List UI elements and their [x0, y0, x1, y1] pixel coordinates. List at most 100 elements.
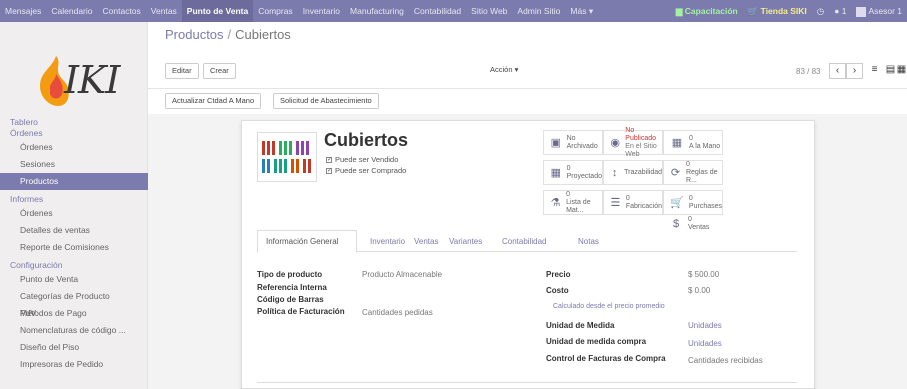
smart-button-trazabilidad[interactable]: ↕ Trazabilidad	[603, 160, 663, 185]
smart-button-label: Trazabilidad	[624, 168, 662, 176]
prev-record-button[interactable]: ‹	[829, 63, 846, 79]
smart-button-text: 0A la Mano	[689, 135, 720, 151]
sidebar-section-header[interactable]: Configuración	[0, 260, 148, 271]
sidebar-item[interactable]: Reporte de Comisiones	[0, 239, 148, 256]
bill-control-value[interactable]: Cantidades recibidas	[688, 356, 763, 365]
uom-po-value[interactable]: Unidades	[688, 339, 722, 348]
can-be-sold-checkbox[interactable]: ✓ Puede ser Vendido	[326, 155, 398, 164]
smart-button-proyectado[interactable]: ▦ 0 Proyectado	[543, 160, 603, 185]
archive-icon: ▣	[550, 137, 561, 149]
messages-icon[interactable]: ● 1	[829, 0, 851, 22]
sidebar-section-header[interactable]: Tablero	[0, 117, 148, 128]
top-menu-item[interactable]: Contactos	[98, 0, 146, 22]
update-qty-button[interactable]: Actualizar Ctdad A Mano	[165, 93, 262, 109]
top-menu-item[interactable]: Más ▾	[565, 0, 598, 22]
smart-button-text: Trazabilidad	[624, 169, 662, 177]
topbar-right: ▆ Capacitación 🛒 Tienda SIKI ◷ ● 1 Aseso…	[671, 0, 907, 22]
tab-item[interactable]: Variantes	[449, 237, 482, 246]
smart-button-value: 0	[689, 134, 693, 142]
top-menu-item[interactable]: Calendario	[46, 0, 97, 22]
product-image[interactable]	[257, 132, 317, 182]
smart-button-label: Fabricación	[625, 202, 662, 210]
building-icon: ▦	[671, 137, 683, 149]
price-value[interactable]: $ 500.00	[688, 270, 719, 279]
breadcrumb-current: Cubiertos	[235, 27, 291, 42]
tab-item[interactable]: Información General	[266, 237, 338, 246]
sidebar-section-header[interactable]: Informes	[0, 194, 148, 205]
price-label: Precio	[546, 270, 571, 279]
breadcrumb-separator: /	[227, 27, 232, 42]
smart-button-fabricacion[interactable]: ☰ 0 Fabricación	[603, 190, 663, 215]
sidebar-item[interactable]: Categorías de Producto PdV	[0, 288, 148, 318]
top-menu-item[interactable]: Inventario	[298, 0, 345, 22]
sidebar-item[interactable]: Punto de Venta	[0, 271, 148, 288]
cost-label: Costo	[546, 286, 569, 295]
capacitacion-link[interactable]: ▆ Capacitación	[671, 0, 743, 22]
store-link[interactable]: 🛒 Tienda SIKI	[743, 0, 812, 22]
invoice-policy-value[interactable]: Cantidades pedidas	[362, 308, 433, 317]
product-type-value[interactable]: Producto Almacenable	[362, 270, 442, 279]
sidebar-item[interactable]: Órdenes	[0, 205, 148, 222]
top-menu-item[interactable]: Ventas	[146, 0, 182, 22]
smart-button-label: Proyectado	[566, 172, 602, 180]
tab-item[interactable]: Notas	[578, 237, 599, 246]
sidebar-section-header[interactable]: Órdenes	[0, 128, 148, 139]
smart-button-value: 0	[566, 164, 571, 172]
cost-value[interactable]: $ 0.00	[688, 286, 710, 295]
smart-button-value: No Publicado	[625, 126, 657, 142]
sidebar-item[interactable]: Productos	[0, 173, 148, 190]
top-menu-item[interactable]: Contabilidad	[409, 0, 466, 22]
edit-button[interactable]: Editar	[165, 63, 199, 79]
smart-button-a-la-mano[interactable]: ▦ 0 A la Mano	[663, 130, 723, 155]
smart-button-reglas[interactable]: ⟳ 0 Reglas de R...	[663, 160, 723, 185]
top-menu-item[interactable]: Punto de Venta	[181, 0, 254, 22]
cost-method-link[interactable]: Calculado desde el precio promedio	[553, 303, 665, 310]
control-panel-divider	[148, 88, 907, 89]
building-icon: ▦	[550, 167, 561, 179]
sidebar-item[interactable]: Nomenclaturas de código ...	[0, 322, 148, 339]
smart-button-text: No Publicado En el Sitio Web	[625, 127, 662, 159]
top-menu-item[interactable]: Mensajes	[0, 0, 46, 22]
top-menu-item[interactable]: Manufacturing	[345, 0, 409, 22]
action-dropdown[interactable]: Acción ▾	[484, 63, 525, 79]
sidebar: IKI Tablero Órdenes Órdenes Sesiones Product…	[0, 22, 148, 389]
smart-button-lista-mat[interactable]: ⚗ 0 Lista de Mat...	[543, 190, 603, 215]
sidebar-item[interactable]: Sesiones	[0, 156, 148, 173]
smart-button-label: No Archivado	[566, 134, 598, 150]
next-record-button[interactable]: ›	[846, 63, 863, 79]
sidebar-item[interactable]: Diseño del Piso	[0, 339, 148, 356]
list-icon: ☰	[610, 197, 621, 209]
logo-text: IKI	[64, 58, 120, 102]
siki-logo[interactable]: IKI	[30, 50, 130, 112]
smart-button-no-archivado[interactable]: ▣ No Archivado	[543, 130, 603, 155]
top-menu-item[interactable]: Compras	[253, 0, 297, 22]
smart-button-no-publicado[interactable]: ◉ No Publicado En el Sitio Web	[603, 127, 663, 158]
uom-label: Unidad de Medida	[546, 321, 615, 330]
can-be-purchased-checkbox[interactable]: ✓ Puede ser Comprado	[326, 166, 406, 175]
procurement-button[interactable]: Solicitud de Abastecimiento	[273, 93, 379, 109]
form-footer-line	[257, 382, 797, 383]
create-button[interactable]: Crear	[203, 63, 236, 79]
top-menu-item[interactable]: Admin Sitio	[512, 0, 565, 22]
clock-icon[interactable]: ◷	[812, 0, 829, 22]
list-view-icon[interactable]: ≡	[866, 63, 883, 79]
sidebar-item[interactable]: Órdenes	[0, 139, 148, 156]
user-menu[interactable]: Asesor 1	[851, 0, 907, 22]
top-menu: Mensajes Calendario Contactos Ventas Punto d…	[0, 0, 598, 22]
product-type-label: Tipo de producto	[257, 270, 323, 279]
uom-value[interactable]: Unidades	[688, 321, 722, 330]
smart-button-label: A la Mano	[689, 142, 721, 150]
tab-item[interactable]: Contabilidad	[502, 237, 546, 246]
arrows-icon: ↕	[611, 166, 618, 179]
sidebar-item[interactable]: Métodos de Pago	[0, 305, 148, 322]
smart-button-text: No Archivado	[567, 135, 602, 151]
kanban-view-icon[interactable]: ▦	[896, 63, 907, 79]
sidebar-item[interactable]: Detalles de ventas	[0, 222, 148, 239]
breadcrumb-parent[interactable]: Productos	[165, 27, 224, 42]
sidebar-item[interactable]: Impresoras de Pedido	[0, 356, 148, 373]
tab-item[interactable]: Ventas	[414, 237, 438, 246]
product-name[interactable]: Cubiertos	[324, 130, 408, 151]
smart-button-value: 0	[688, 194, 693, 202]
tab-item[interactable]: Inventario	[370, 237, 405, 246]
top-menu-item[interactable]: Sitio Web	[466, 0, 512, 22]
